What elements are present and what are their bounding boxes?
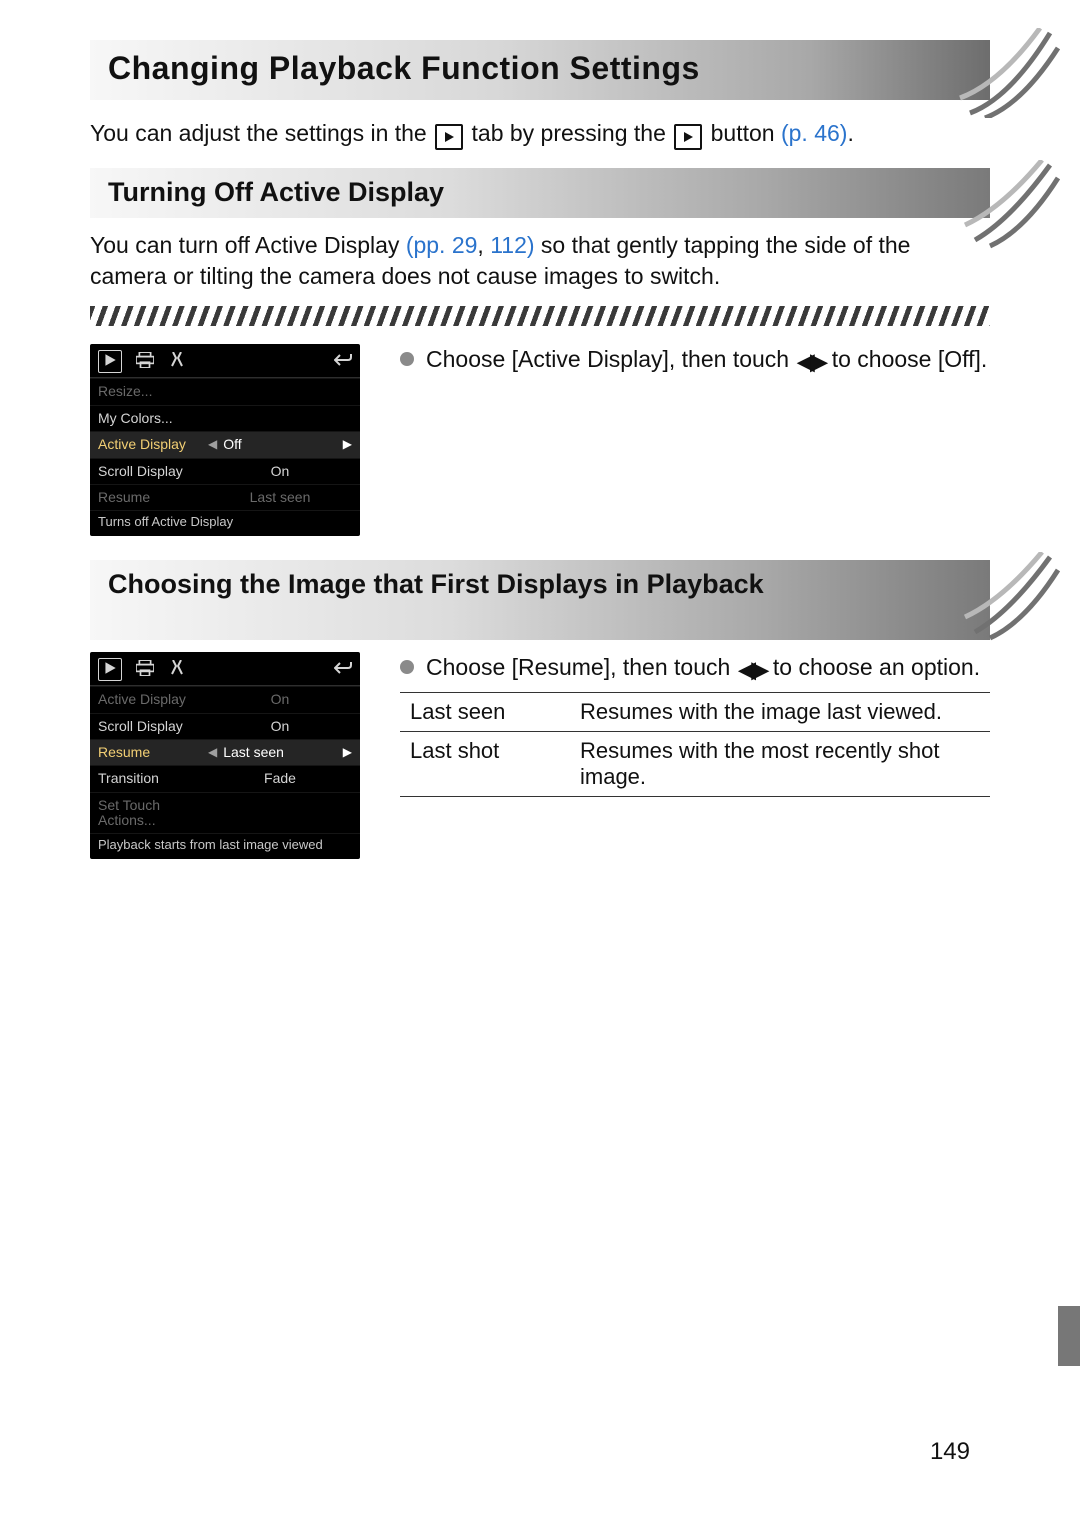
lcd-a-item-2: Active Display ◀ Off ▶ xyxy=(90,431,360,457)
lcd-b-item-4-label: Set Touch Actions... xyxy=(98,798,198,829)
section-heading-active-display: Turning Off Active Display xyxy=(90,168,990,218)
lcd-a-hint: Turns off Active Display xyxy=(90,510,360,531)
lcd-a-item-4-value: Last seen xyxy=(250,490,311,505)
lcd-left-arrow-icon: ◀ xyxy=(208,438,217,451)
lcd-a-item-3: Scroll Display On xyxy=(90,458,360,484)
lcd-a-item-1-label: My Colors... xyxy=(98,411,198,426)
lcd-tab-print-icon xyxy=(136,352,154,371)
active-display-text-1: You can turn off Active Display xyxy=(90,232,406,258)
section-heading-resume: Choosing the Image that First Displays i… xyxy=(90,560,990,640)
instruction-active-display: Choose [Active Display], then touch ◀▶ t… xyxy=(400,344,990,377)
section-heading-text-2: Choosing the Image that First Displays i… xyxy=(90,560,990,609)
lcd-b-item-3: Transition Fade xyxy=(90,765,360,791)
active-display-paragraph: You can turn off Active Display (pp. 29,… xyxy=(90,230,990,292)
lcd-b-item-2-value: Last seen xyxy=(223,745,284,760)
lcd-back-icon-2 xyxy=(334,660,352,679)
lcd-a-item-2-value: Off xyxy=(223,437,241,452)
step-row-resume: Active Display On Scroll Display On Resu… xyxy=(90,652,990,859)
lcd-b-item-4: Set Touch Actions... xyxy=(90,792,360,834)
page-ref-29[interactable]: (pp. 29 xyxy=(406,232,478,258)
instruction-b-text-2: to choose an option. xyxy=(773,654,980,680)
lcd-b-item-1: Scroll Display On xyxy=(90,713,360,739)
instruction-a-text-1: Choose [Active Display], then touch xyxy=(426,346,795,372)
lcd-b-item-0-value: On xyxy=(271,692,290,707)
lcd-tab-tools-icon xyxy=(168,352,186,371)
lcd-a-item-3-value: On xyxy=(271,464,290,479)
lcd-tab-print-icon-2 xyxy=(136,660,154,679)
lcd-b-item-0: Active Display On xyxy=(90,686,360,712)
intro-text-3: button xyxy=(711,120,781,146)
intro-text-1: You can adjust the settings in the xyxy=(90,120,433,146)
option-key-1: Last shot xyxy=(400,732,570,797)
lcd-b-item-3-label: Transition xyxy=(98,771,198,786)
lcd-right-arrow-icon-2: ▶ xyxy=(343,746,352,759)
step-row-active-display: Resize... My Colors... Active Display ◀ … xyxy=(90,344,990,536)
page-ref-sep: , xyxy=(477,232,490,258)
lcd-b-hint: Playback starts from last image viewed xyxy=(90,833,360,854)
lcd-tab-playback-icon-2 xyxy=(98,658,122,681)
lcd-left-arrow-icon-2: ◀ xyxy=(208,746,217,759)
lcd-a-item-0: Resize... xyxy=(90,378,360,404)
page-number: 149 xyxy=(930,1438,970,1466)
option-val-0: Resumes with the image last viewed. xyxy=(570,693,990,732)
lcd-tabs xyxy=(90,344,360,378)
side-chapter-tab xyxy=(1058,1306,1080,1366)
lcd-a-item-4-label: Resume xyxy=(98,490,198,505)
lcd-a-item-3-label: Scroll Display xyxy=(98,464,198,479)
lcd-b-item-1-label: Scroll Display xyxy=(98,719,198,734)
instruction-a-text-2: to choose [Off]. xyxy=(832,346,988,372)
left-right-arrows-icon: ◀▶ xyxy=(797,347,823,377)
lcd-back-icon xyxy=(334,352,352,371)
lcd-tab-tools-icon-2 xyxy=(168,660,186,679)
lcd-a-item-1: My Colors... xyxy=(90,405,360,431)
resume-options-table: Last seen Resumes with the image last vi… xyxy=(400,692,990,797)
page-title-bar: Changing Playback Function Settings xyxy=(90,40,990,100)
table-row: Last seen Resumes with the image last vi… xyxy=(400,693,990,732)
left-right-arrows-icon-2: ◀▶ xyxy=(739,655,765,685)
lcd-b-item-3-value: Fade xyxy=(264,771,296,786)
lcd-b-item-2-label: Resume xyxy=(98,745,198,760)
section-heading-text: Turning Off Active Display xyxy=(90,168,990,217)
camera-lcd-active-display: Resize... My Colors... Active Display ◀ … xyxy=(90,344,360,536)
lcd-right-arrow-icon: ▶ xyxy=(343,438,352,451)
lcd-a-item-4: Resume Last seen xyxy=(90,484,360,510)
camera-lcd-resume: Active Display On Scroll Display On Resu… xyxy=(90,652,360,859)
bullet-icon-2 xyxy=(400,660,414,674)
page-title: Changing Playback Function Settings xyxy=(90,40,990,97)
playback-button-icon xyxy=(674,124,702,150)
lcd-tab-playback-icon xyxy=(98,350,122,373)
lcd-b-item-2: Resume ◀ Last seen ▶ xyxy=(90,739,360,765)
intro-paragraph: You can adjust the settings in the tab b… xyxy=(90,118,990,150)
lcd-b-item-0-label: Active Display xyxy=(98,692,198,707)
option-key-0: Last seen xyxy=(400,693,570,732)
bullet-icon xyxy=(400,352,414,366)
page-ref-46[interactable]: (p. 46) xyxy=(781,120,847,146)
lcd-b-item-1-value: On xyxy=(271,719,290,734)
table-row: Last shot Resumes with the most recently… xyxy=(400,732,990,797)
lcd-a-item-0-label: Resize... xyxy=(98,384,198,399)
lcd-tabs-2 xyxy=(90,652,360,686)
page-ref-112[interactable]: 112) xyxy=(490,232,534,258)
intro-period: . xyxy=(847,120,853,146)
lcd-a-item-2-label: Active Display xyxy=(98,437,198,452)
playback-tab-icon xyxy=(435,124,463,150)
option-val-1: Resumes with the most recently shot imag… xyxy=(570,732,990,797)
instruction-resume: Choose [Resume], then touch ◀▶ to choose… xyxy=(400,652,990,685)
hatched-divider xyxy=(90,306,990,326)
instruction-b-text-1: Choose [Resume], then touch xyxy=(426,654,737,680)
intro-text-2: tab by pressing the xyxy=(472,120,673,146)
